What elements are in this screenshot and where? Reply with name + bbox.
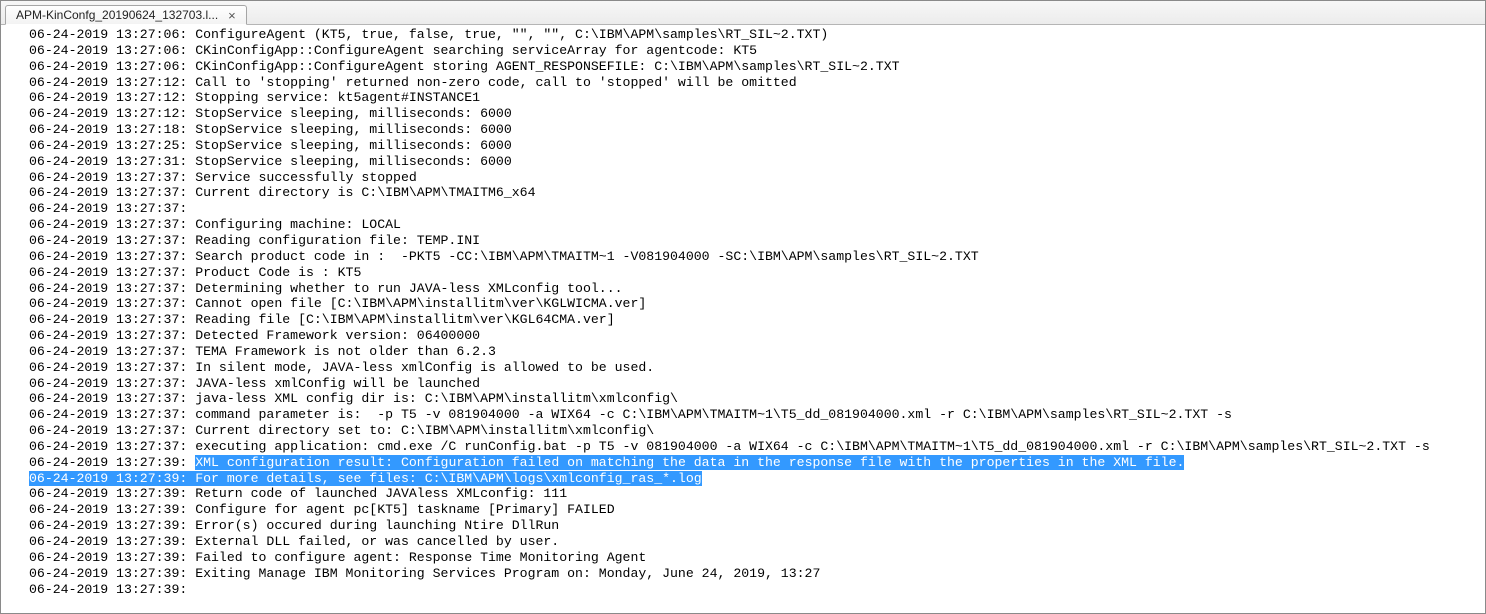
log-line[interactable]: 06-24-2019 13:27:37: Search product code… — [29, 249, 1485, 265]
log-line[interactable]: 06-24-2019 13:27:39: XML configuration r… — [29, 455, 1485, 471]
log-line[interactable]: 06-24-2019 13:27:37: JAVA-less xmlConfig… — [29, 376, 1485, 392]
editor-window: APM-KinConfg_20190624_132703.l... × 06-2… — [0, 0, 1486, 614]
log-line[interactable]: 06-24-2019 13:27:12: Call to 'stopping' … — [29, 75, 1485, 91]
log-line[interactable]: 06-24-2019 13:27:39: — [29, 582, 1485, 598]
file-tab[interactable]: APM-KinConfg_20190624_132703.l... × — [5, 5, 247, 25]
log-line[interactable]: 06-24-2019 13:27:39: Failed to configure… — [29, 550, 1485, 566]
log-line[interactable]: 06-24-2019 13:27:37: Service successfull… — [29, 170, 1485, 186]
log-line[interactable]: 06-24-2019 13:27:18: StopService sleepin… — [29, 122, 1485, 138]
log-line[interactable]: 06-24-2019 13:27:39: Return code of laun… — [29, 486, 1485, 502]
log-line[interactable]: 06-24-2019 13:27:12: Stopping service: k… — [29, 90, 1485, 106]
log-line[interactable]: 06-24-2019 13:27:06: CKinConfigApp::Conf… — [29, 59, 1485, 75]
log-line[interactable]: 06-24-2019 13:27:37: Determining whether… — [29, 281, 1485, 297]
log-line[interactable]: 06-24-2019 13:27:37: — [29, 201, 1485, 217]
log-line[interactable]: 06-24-2019 13:27:37: Configuring machine… — [29, 217, 1485, 233]
log-line[interactable]: 06-24-2019 13:27:25: StopService sleepin… — [29, 138, 1485, 154]
log-line[interactable]: 06-24-2019 13:27:37: java-less XML confi… — [29, 391, 1485, 407]
log-text[interactable]: 06-24-2019 13:27:06: ConfigureAgent (KT5… — [1, 27, 1485, 597]
log-line[interactable]: 06-24-2019 13:27:37: Cannot open file [C… — [29, 296, 1485, 312]
log-line[interactable]: 06-24-2019 13:27:39: External DLL failed… — [29, 534, 1485, 550]
log-line[interactable]: 06-24-2019 13:27:31: StopService sleepin… — [29, 154, 1485, 170]
log-line[interactable]: 06-24-2019 13:27:06: ConfigureAgent (KT5… — [29, 27, 1485, 43]
log-line[interactable]: 06-24-2019 13:27:39: For more details, s… — [29, 471, 1485, 487]
tab-strip: APM-KinConfg_20190624_132703.l... × — [1, 1, 1485, 25]
log-line[interactable]: 06-24-2019 13:27:06: CKinConfigApp::Conf… — [29, 43, 1485, 59]
log-line[interactable]: 06-24-2019 13:27:37: Product Code is : K… — [29, 265, 1485, 281]
log-line[interactable]: 06-24-2019 13:27:37: Detected Framework … — [29, 328, 1485, 344]
close-icon[interactable]: × — [226, 9, 238, 22]
log-line[interactable]: 06-24-2019 13:27:39: Configure for agent… — [29, 502, 1485, 518]
log-line[interactable]: 06-24-2019 13:27:37: command parameter i… — [29, 407, 1485, 423]
log-line[interactable]: 06-24-2019 13:27:37: Current directory i… — [29, 185, 1485, 201]
log-line[interactable]: 06-24-2019 13:27:12: StopService sleepin… — [29, 106, 1485, 122]
log-line[interactable]: 06-24-2019 13:27:37: TEMA Framework is n… — [29, 344, 1485, 360]
log-line[interactable]: 06-24-2019 13:27:37: In silent mode, JAV… — [29, 360, 1485, 376]
log-line[interactable]: 06-24-2019 13:27:37: Reading file [C:\IB… — [29, 312, 1485, 328]
log-line[interactable]: 06-24-2019 13:27:39: Error(s) occured du… — [29, 518, 1485, 534]
log-line[interactable]: 06-24-2019 13:27:37: Reading configurati… — [29, 233, 1485, 249]
log-content[interactable]: 06-24-2019 13:27:06: ConfigureAgent (KT5… — [1, 25, 1485, 613]
tab-title: APM-KinConfg_20190624_132703.l... — [16, 8, 218, 22]
log-line[interactable]: 06-24-2019 13:27:37: executing applicati… — [29, 439, 1485, 455]
log-line[interactable]: 06-24-2019 13:27:37: Current directory s… — [29, 423, 1485, 439]
log-line[interactable]: 06-24-2019 13:27:39: Exiting Manage IBM … — [29, 566, 1485, 582]
